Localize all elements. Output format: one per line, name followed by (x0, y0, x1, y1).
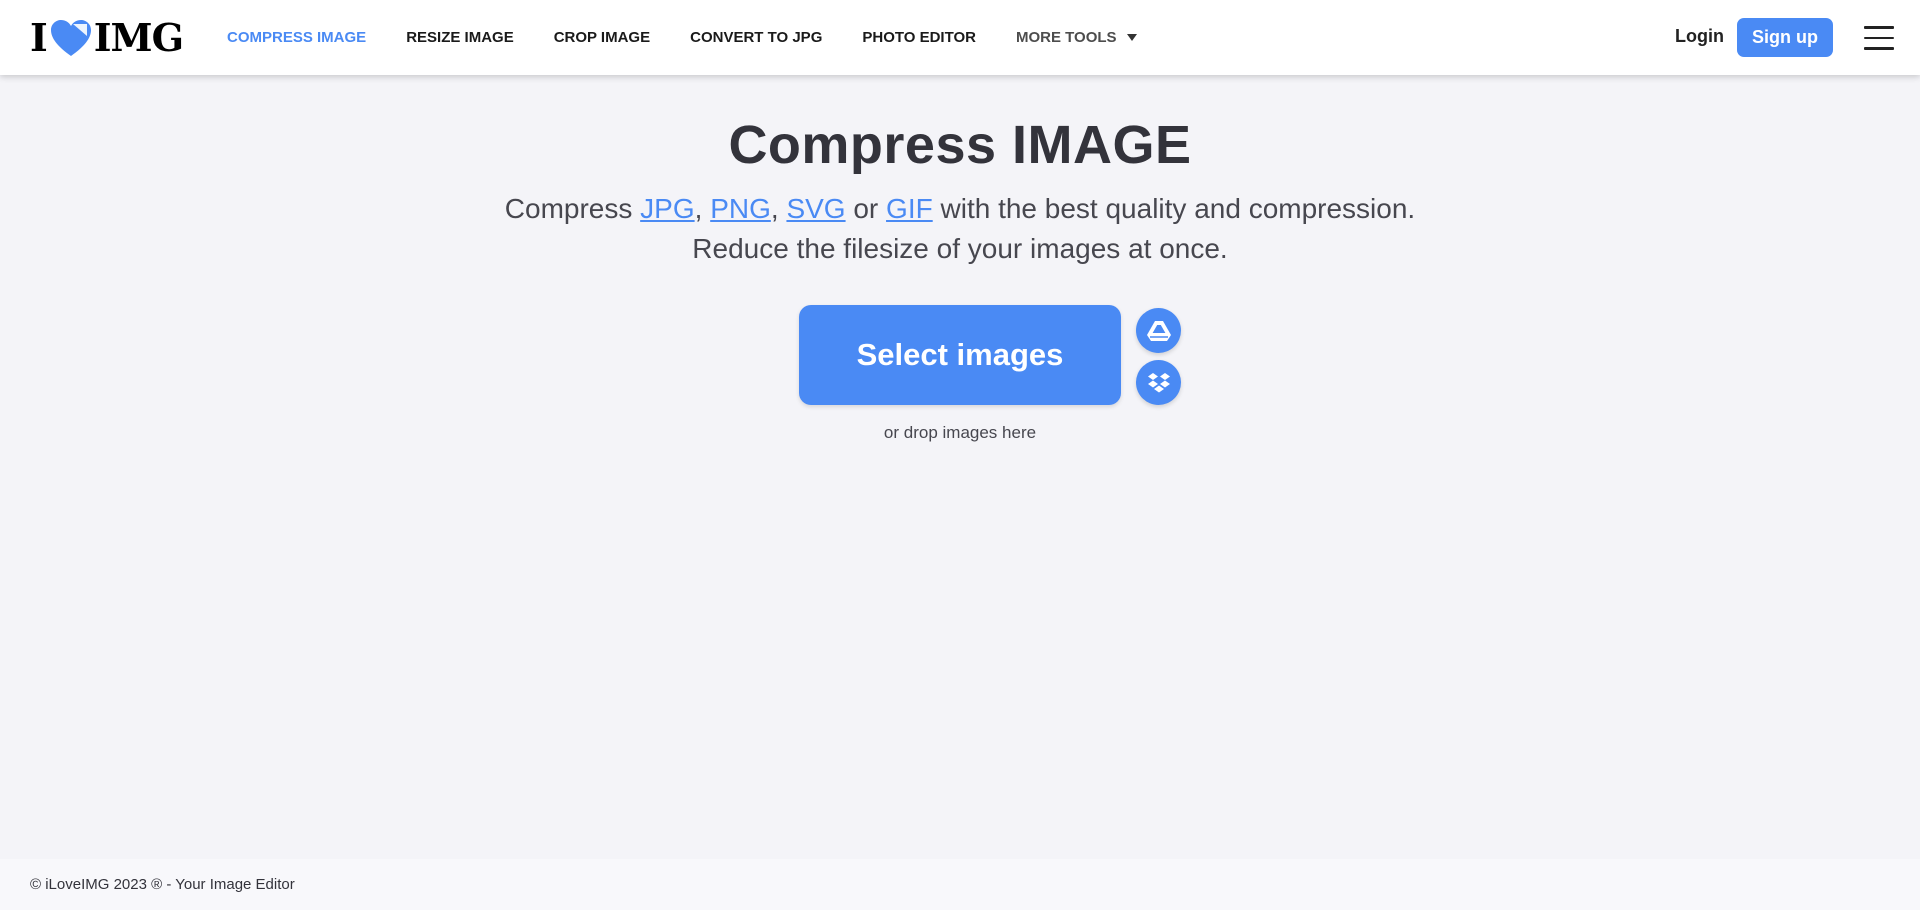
select-images-button[interactable]: Select images (799, 305, 1121, 405)
page-subtitle: Compress JPG, PNG, SVG or GIF with the b… (0, 189, 1920, 229)
subtitle-suffix: with the best quality and compression. (932, 193, 1416, 224)
heart-icon (50, 20, 91, 56)
link-gif[interactable]: GIF (886, 193, 933, 224)
signup-button[interactable]: Sign up (1737, 18, 1833, 57)
nav-item-compress-image[interactable]: COMPRESS IMAGE (227, 29, 366, 46)
google-drive-button[interactable] (1136, 308, 1181, 353)
dropbox-icon (1147, 372, 1170, 392)
subtitle-separator: or (845, 193, 887, 224)
login-link[interactable]: Login (1675, 26, 1724, 47)
page-title: Compress IMAGE (728, 115, 1192, 175)
caret-down-icon (1126, 34, 1137, 41)
subtitle-separator: , (694, 193, 711, 224)
logo[interactable]: I IMG (30, 15, 184, 60)
subtitle-prefix: Compress (504, 193, 641, 224)
link-svg[interactable]: SVG (786, 193, 845, 224)
nav-item-resize-image[interactable]: RESIZE IMAGE (406, 29, 514, 46)
nav-item-crop-image[interactable]: CROP IMAGE (554, 29, 650, 46)
drop-hint: or drop images here (883, 423, 1037, 442)
link-png[interactable]: PNG (710, 193, 771, 224)
menu-bar (1864, 47, 1894, 50)
footer: © iLoveIMG 2023 ® - Your Image Editor (0, 859, 1920, 910)
top-header: I IMG COMPRESS IMAGE RESIZE IMAGE CROP I… (0, 0, 1920, 75)
nav-item-photo-editor[interactable]: PHOTO EDITOR (862, 29, 976, 46)
logo-letter-i: I (30, 15, 48, 60)
more-tools-label: MORE TOOLS (1016, 29, 1117, 46)
footer-copyright: © iLoveIMG 2023 ® - Your Image Editor (30, 876, 295, 893)
google-drive-icon (1146, 320, 1171, 341)
hamburger-menu-icon[interactable] (1864, 26, 1896, 50)
nav-item-convert-to-jpg[interactable]: CONVERT TO JPG (690, 29, 822, 46)
link-jpg[interactable]: JPG (640, 193, 694, 224)
main-nav: COMPRESS IMAGE RESIZE IMAGE CROP IMAGE C… (227, 0, 1177, 75)
dropbox-button[interactable] (1136, 360, 1181, 405)
logo-text-img: IMG (93, 15, 184, 60)
menu-bar (1864, 36, 1894, 39)
subtitle-separator: , (770, 193, 787, 224)
page-subtitle-line2: Reduce the filesize of your images at on… (692, 233, 1228, 264)
nav-item-more-tools[interactable]: MORE TOOLS (1016, 29, 1137, 46)
menu-bar (1864, 26, 1894, 29)
